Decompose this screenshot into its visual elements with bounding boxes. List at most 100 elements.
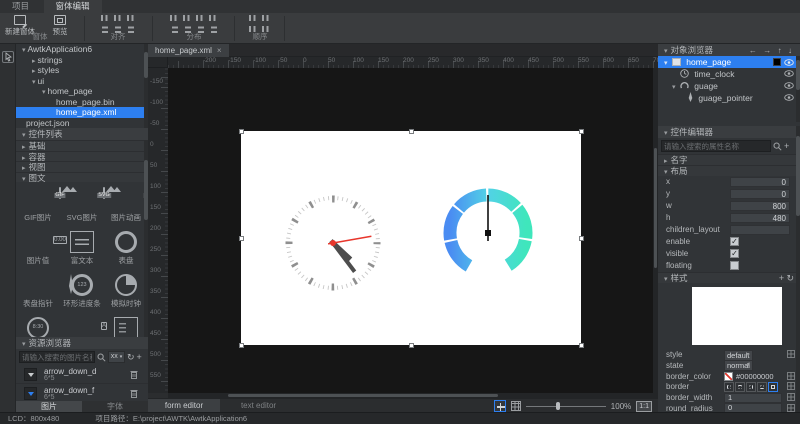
category-container[interactable]: ▸容器 xyxy=(16,151,148,162)
widget-gauge[interactable]: 表盘 xyxy=(104,225,148,268)
category-basic[interactable]: ▸基础 xyxy=(16,140,148,151)
move-left-icon[interactable]: ← xyxy=(749,46,757,55)
zoom-slider[interactable] xyxy=(526,401,606,411)
eye-icon[interactable] xyxy=(784,59,794,66)
selection-handle[interactable] xyxy=(579,129,584,134)
move-down-icon[interactable]: ↓ xyxy=(788,46,792,55)
state-grid-icon[interactable] xyxy=(787,404,795,412)
resource-filter-dropdown[interactable]: xx ▾ xyxy=(108,351,125,363)
widget-rich-text[interactable]: 富文本 xyxy=(60,225,104,268)
border-all-button[interactable] xyxy=(768,382,778,392)
add-property-icon[interactable]: + xyxy=(784,140,789,152)
widget-svg-image[interactable]: SVGSVG图片 xyxy=(60,182,104,225)
prop-x-input[interactable]: 0 xyxy=(730,177,790,187)
delete-icon[interactable] xyxy=(130,370,138,379)
add-style-icon[interactable]: + xyxy=(779,273,784,283)
object-guage-pointer[interactable]: guage_pointer xyxy=(658,92,800,104)
tab-form-editor[interactable]: form editor xyxy=(148,399,220,413)
move-up-icon[interactable]: ↑ xyxy=(778,46,782,55)
visible-checkbox[interactable]: ✓ xyxy=(730,249,739,258)
border-right-button[interactable] xyxy=(746,382,756,392)
prop-children-layout-input[interactable] xyxy=(730,225,790,235)
selection-handle[interactable] xyxy=(579,343,584,348)
eye-icon[interactable] xyxy=(784,70,794,77)
selection-handle[interactable] xyxy=(579,236,584,241)
widget-list-header[interactable]: ▾控件列表 xyxy=(16,128,148,140)
widget-text-selector[interactable]: A xyxy=(60,311,104,337)
tree-item-root[interactable]: ▾AwtkApplication6 xyxy=(16,44,148,55)
selection-handle[interactable] xyxy=(409,129,414,134)
tab-fonts[interactable]: 字体 xyxy=(82,401,148,412)
align-right-icon[interactable] xyxy=(127,14,136,22)
widget-image-animation[interactable]: ‖▶图片动画 xyxy=(104,182,148,225)
selection-handle[interactable] xyxy=(409,343,414,348)
dist-h-gap-icon[interactable] xyxy=(209,14,218,22)
search-icon[interactable] xyxy=(97,353,106,362)
search-icon[interactable] xyxy=(773,142,782,151)
object-browser-scrollbar[interactable] xyxy=(796,56,800,122)
border-left-button[interactable] xyxy=(724,382,734,392)
object-home-page[interactable]: ▾ home_page xyxy=(658,56,800,68)
dist-h-center-icon[interactable] xyxy=(183,14,192,22)
section-name[interactable]: ▸名字 xyxy=(658,154,800,165)
floating-checkbox[interactable] xyxy=(730,261,739,270)
refresh-icon[interactable]: ↻ xyxy=(127,351,135,363)
align-left-icon[interactable] xyxy=(101,14,110,22)
widget-digital-clock[interactable]: 8:30 xyxy=(16,311,60,337)
close-icon[interactable]: × xyxy=(217,46,222,55)
zoom-1-1-button[interactable]: 1:1 xyxy=(636,401,652,412)
resource-item[interactable]: arrow_down_d 6*5 xyxy=(16,365,148,384)
design-canvas[interactable] xyxy=(168,68,658,393)
ribbon-tab-project[interactable]: 项目 xyxy=(0,0,41,13)
widget-progress-circle[interactable]: 123环形进度条 xyxy=(60,268,104,311)
selection-handle[interactable] xyxy=(239,129,244,134)
prop-h-input[interactable]: 480 xyxy=(730,213,790,223)
widget-gauge-pointer[interactable]: 表盘指针 xyxy=(16,268,60,311)
tree-item-home-page-xml[interactable]: home_page.xml xyxy=(16,107,148,118)
refresh-style-icon[interactable]: ↻ xyxy=(786,273,794,283)
category-image-text[interactable]: ▾图文 xyxy=(16,172,148,183)
enable-checkbox[interactable]: ✓ xyxy=(730,237,739,246)
align-center-icon[interactable] xyxy=(114,14,123,22)
tree-item-styles[interactable]: ▸styles xyxy=(16,65,148,76)
border-bottom-button[interactable] xyxy=(757,382,767,392)
section-style[interactable]: ▾样式 + ↻ xyxy=(658,272,800,283)
time-clock-widget[interactable] xyxy=(283,193,383,293)
section-layout[interactable]: ▾布局 xyxy=(658,165,800,176)
tree-item-strings[interactable]: ▸strings xyxy=(16,55,148,66)
tree-item-project-json[interactable]: project.json xyxy=(16,118,148,129)
send-back-icon[interactable] xyxy=(262,14,271,22)
add-resource-icon[interactable]: + xyxy=(137,351,142,363)
tab-text-editor[interactable]: text editor xyxy=(223,399,295,413)
state-grid-icon[interactable] xyxy=(787,372,795,380)
border-top-button[interactable] xyxy=(735,382,745,392)
eye-icon[interactable] xyxy=(784,82,794,89)
widget-editor-header[interactable]: ▾控件编辑器 xyxy=(658,126,800,138)
resource-browser-header[interactable]: ▾资源浏览器 xyxy=(16,337,148,349)
dist-h-left-icon[interactable] xyxy=(170,14,179,22)
object-time-clock[interactable]: time_clock xyxy=(658,68,800,80)
resource-search-input[interactable] xyxy=(19,351,95,363)
pan-tool-icon[interactable] xyxy=(494,400,506,412)
form-canvas[interactable] xyxy=(241,131,581,345)
widget-gif-image[interactable]: GIFGIF图片 xyxy=(16,182,60,225)
select-tool-button[interactable] xyxy=(2,51,14,63)
widget-editor-scrollbar[interactable] xyxy=(796,126,800,412)
object-guage[interactable]: ▾ guage xyxy=(658,80,800,92)
dist-h-right-icon[interactable] xyxy=(196,14,205,22)
state-grid-icon[interactable] xyxy=(787,350,795,358)
tree-item-home-page-bin[interactable]: home_page.bin xyxy=(16,97,148,108)
prop-y-input[interactable]: 0 xyxy=(730,189,790,199)
grid-toggle-icon[interactable] xyxy=(511,401,521,411)
object-browser-header[interactable]: ▾对象浏览器 ← → ↑ ↓ xyxy=(658,44,800,56)
move-right-icon[interactable]: → xyxy=(763,46,771,55)
state-grid-icon[interactable] xyxy=(787,393,795,401)
tree-item-ui[interactable]: ▾ui xyxy=(16,76,148,87)
document-tab[interactable]: home_page.xml × xyxy=(148,44,229,57)
eye-icon[interactable] xyxy=(784,94,794,101)
guage-widget[interactable] xyxy=(438,183,538,283)
border-width-input[interactable]: 1 xyxy=(724,393,782,403)
prop-w-input[interactable]: 800 xyxy=(730,201,790,211)
widget-image-value[interactable]: 0.00图片值 xyxy=(16,225,60,268)
delete-icon[interactable] xyxy=(130,389,138,398)
